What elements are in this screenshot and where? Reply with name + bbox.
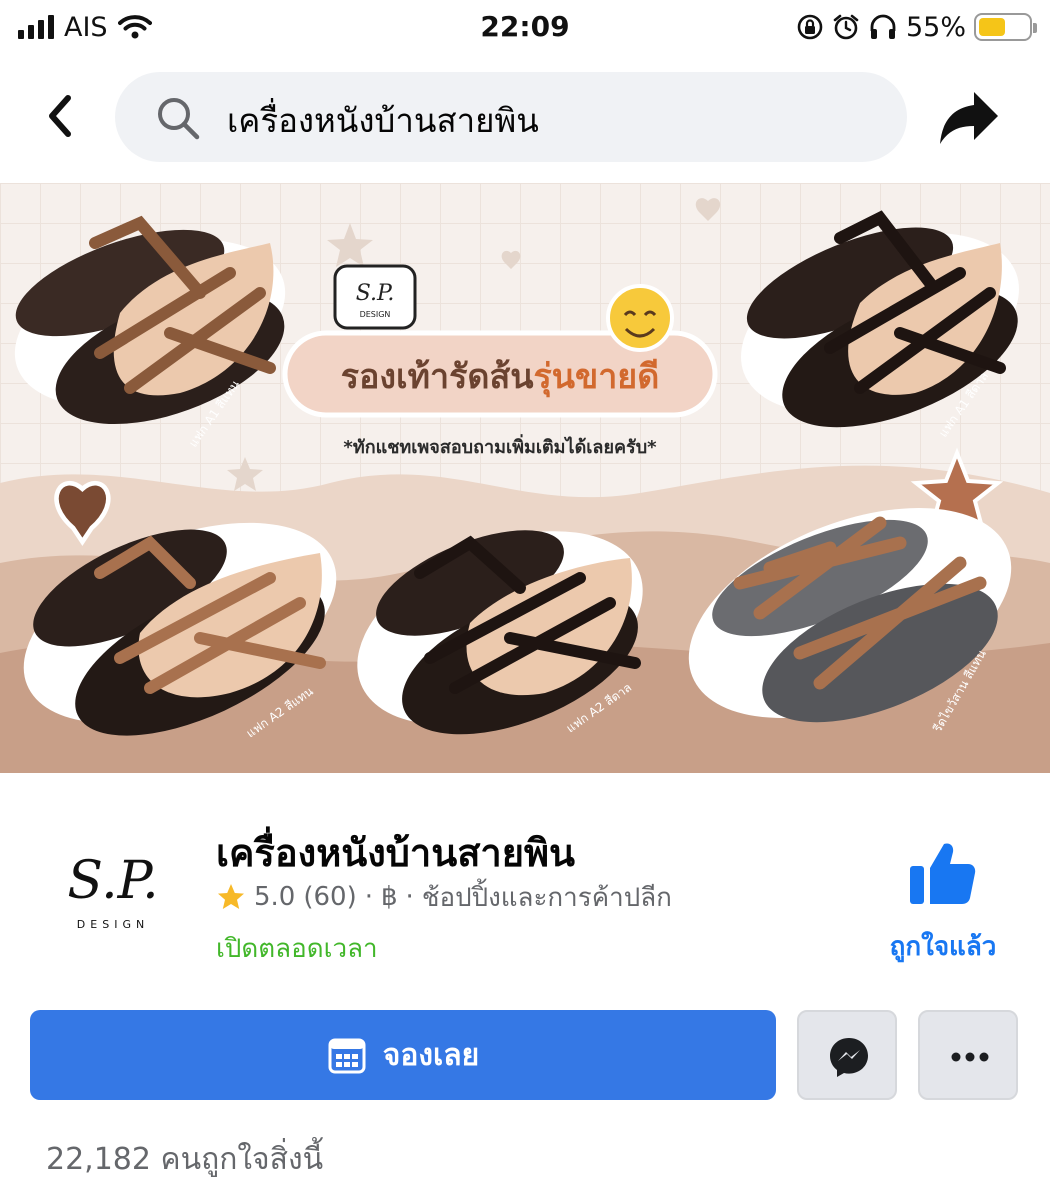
share-arrow-icon: [940, 92, 998, 144]
chevron-left-icon: [49, 95, 71, 137]
review-count: (60): [303, 882, 357, 912]
book-now-button[interactable]: จองเลย: [30, 1010, 776, 1100]
cover-logo-sub: DESIGN: [360, 310, 391, 319]
wifi-icon: [117, 15, 152, 39]
cover-photo[interactable]: แฟก A1 สีแทน แฟก A1 สีดาล S.P. DESIGN รอ…: [0, 183, 1050, 773]
more-options-button[interactable]: [918, 1010, 1018, 1100]
back-button[interactable]: [34, 88, 90, 144]
like-label: ถูกใจแล้ว: [889, 932, 997, 962]
star-icon: [218, 884, 244, 909]
thumbs-up-icon: [910, 843, 976, 904]
carrier-name: AIS: [64, 11, 108, 43]
battery-fill: [979, 18, 1006, 36]
cover-tagline: *ทักแชทเพจสอบถามเพิ่มเติมได้เลยครับ*: [343, 434, 657, 458]
status-left: AIS: [18, 10, 152, 44]
avatar-logo-sub: DESIGN: [77, 918, 149, 931]
status-bar: AIS 22:09 55%: [0, 0, 1050, 56]
book-now-label: จองเลย: [382, 1037, 480, 1073]
page-category[interactable]: ช้อปปิ้งและการค้าปลีก: [422, 877, 672, 918]
separator: ·: [364, 882, 373, 912]
likes-count[interactable]: 22,182 คนถูกใจสิ่งนี้: [46, 1136, 323, 1183]
messenger-button[interactable]: [797, 1010, 897, 1100]
page-name[interactable]: เครื่องหนังบ้านสายพิน: [216, 822, 575, 883]
like-button[interactable]: ถูกใจแล้ว: [868, 840, 1018, 970]
search-icon: [158, 98, 200, 140]
messenger-icon: [830, 1038, 868, 1077]
calendar-icon: [328, 1038, 366, 1074]
headphones-icon: [870, 14, 896, 39]
avatar-logo-text: S.P.: [67, 851, 158, 911]
page-meta: 5.0 (60) · ฿ · ช้อปปิ้งและการค้าปลีก: [216, 878, 672, 916]
battery-percent: 55%: [905, 11, 966, 43]
rating-value: 5.0: [254, 882, 296, 912]
cover-headline: รองเท้ารัดส้นรุ่นขายดี: [341, 357, 660, 398]
battery-icon: [974, 13, 1037, 41]
sp-design-logo: S.P. DESIGN: [67, 851, 158, 931]
search-query: เครื่องหนังบ้านสายพิน: [227, 101, 539, 140]
separator: ·: [405, 882, 414, 912]
page-header: เครื่องหนังบ้านสายพิน: [0, 70, 1050, 164]
page-avatar[interactable]: S.P. DESIGN: [38, 810, 188, 960]
cover-logo-text: S.P.: [356, 281, 395, 306]
search-bar[interactable]: เครื่องหนังบ้านสายพิน: [115, 72, 907, 162]
alarm-icon: [833, 14, 859, 40]
share-button[interactable]: [936, 86, 1002, 148]
signal-icon: [18, 15, 54, 39]
more-dots-icon: [951, 1052, 989, 1062]
cover-illustration: แฟก A1 สีแทน แฟก A1 สีดาล S.P. DESIGN รอ…: [0, 183, 1050, 773]
rotation-lock-icon: [797, 14, 823, 40]
price-range: ฿: [381, 882, 398, 912]
status-right: 55%: [796, 10, 1037, 44]
open-status: เปิดตลอดเวลา: [216, 934, 378, 964]
